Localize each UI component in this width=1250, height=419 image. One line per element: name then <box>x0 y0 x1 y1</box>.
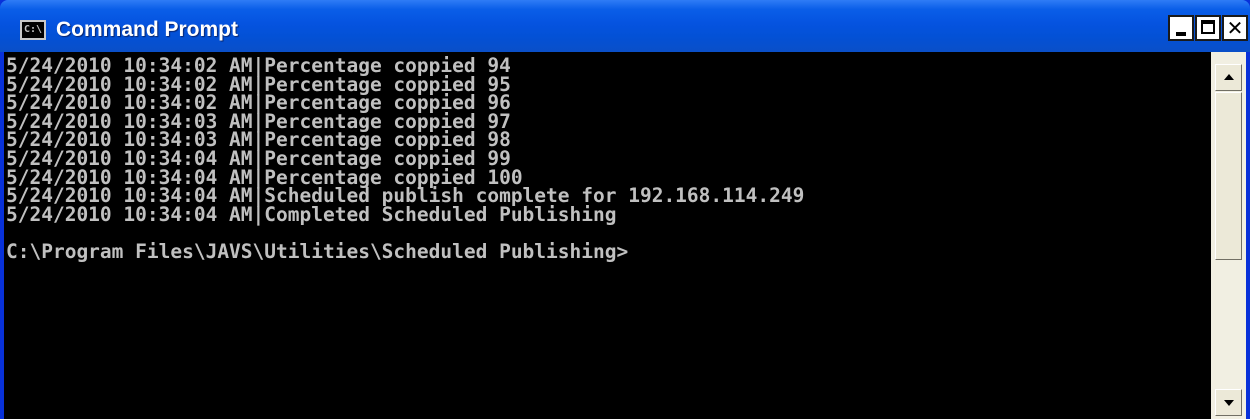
scroll-up-button[interactable] <box>1215 64 1242 91</box>
command-prompt-window: C:\ Command Prompt ✕ 5/24/2010 10:34:02 … <box>0 0 1250 419</box>
console-text: 5/24/2010 10:34:02 AM|Percentage coppied… <box>6 56 804 263</box>
arrow-down-icon <box>1224 400 1234 406</box>
console-line: 5/24/2010 10:34:04 AM|Completed Schedule… <box>6 202 617 226</box>
maximize-button[interactable] <box>1195 15 1221 41</box>
close-button[interactable]: ✕ <box>1222 15 1248 41</box>
console-output[interactable]: 5/24/2010 10:34:02 AM|Percentage coppied… <box>4 52 1211 419</box>
minimize-button[interactable] <box>1168 15 1194 41</box>
window-frame-right <box>1246 52 1250 419</box>
command-prompt-icon[interactable]: C:\ <box>20 20 46 40</box>
close-icon: ✕ <box>1226 16 1244 40</box>
arrow-up-icon <box>1224 74 1234 80</box>
vertical-scrollbar[interactable] <box>1211 52 1246 419</box>
title-bar[interactable]: C:\ Command Prompt ✕ <box>0 0 1250 52</box>
maximize-icon <box>1201 20 1215 34</box>
minimize-icon <box>1176 32 1186 36</box>
scrollbar-thumb[interactable] <box>1215 92 1242 260</box>
window-title: Command Prompt <box>56 18 239 41</box>
console-line: C:\Program Files\JAVS\Utilities\Schedule… <box>6 239 629 263</box>
scroll-down-button[interactable] <box>1215 389 1242 416</box>
